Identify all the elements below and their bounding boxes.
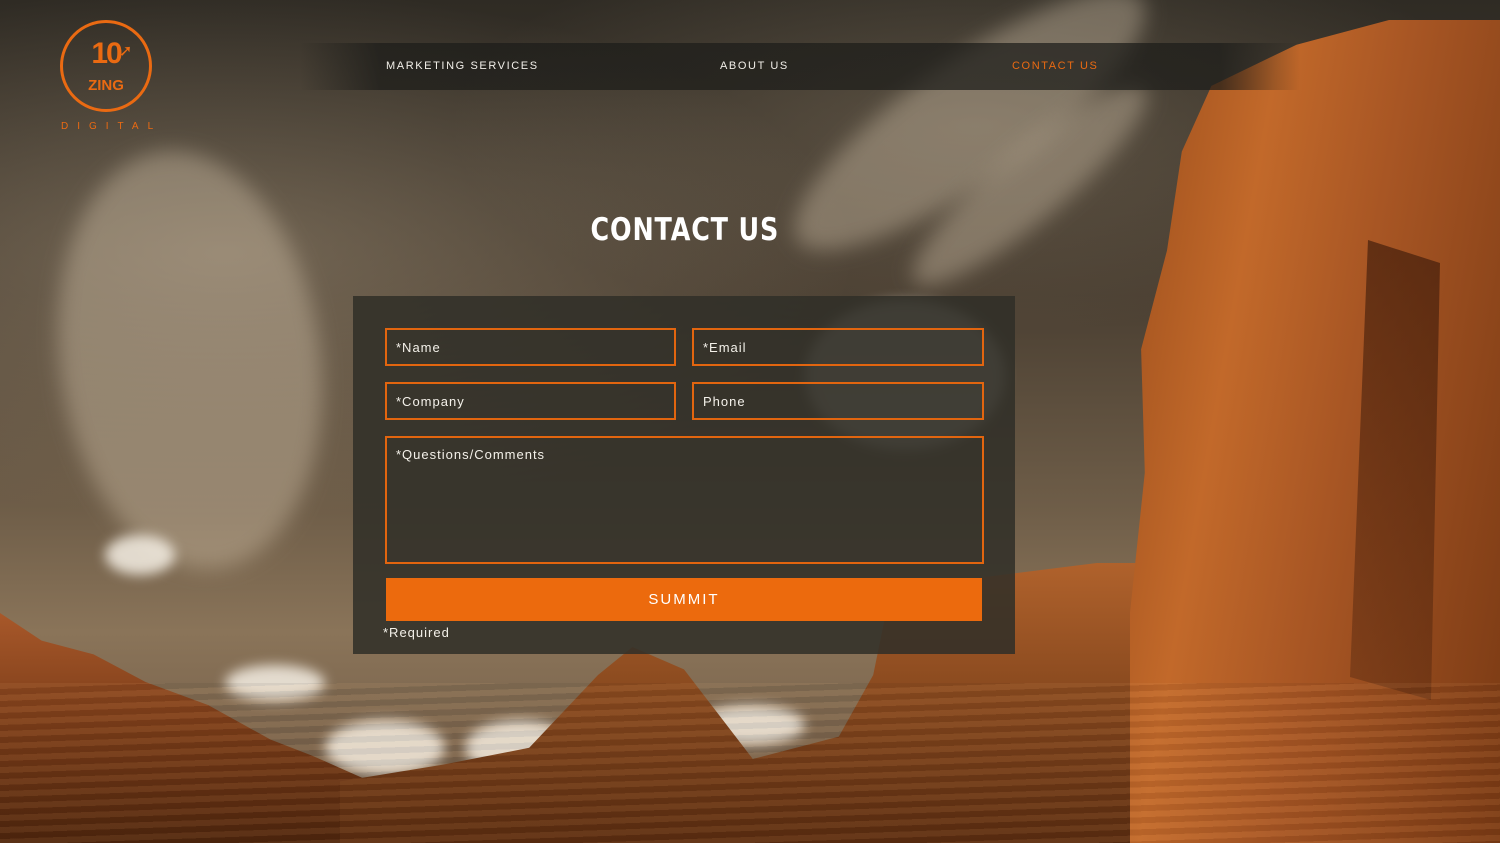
logo-subtitle: DIGITAL	[61, 121, 163, 132]
required-note: *Required	[383, 625, 450, 640]
logo-circle: 10 ➚ ZING	[60, 20, 152, 112]
logo-number: 10	[91, 37, 122, 70]
brand-logo[interactable]: 10 ➚ ZING DIGITAL	[55, 20, 157, 132]
main-nav: MARKETING SERVICES ABOUT US CONTACT US	[300, 43, 1300, 90]
nav-item-marketing-services[interactable]: MARKETING SERVICES	[386, 43, 539, 90]
nav-item-about-us[interactable]: ABOUT US	[720, 43, 789, 90]
phone-field[interactable]	[692, 382, 984, 420]
page-title: CONTACT US	[590, 211, 780, 248]
logo-word: ZING	[88, 77, 124, 94]
comments-field[interactable]	[385, 436, 984, 564]
arrow-up-right-icon: ➚	[119, 43, 133, 60]
company-field[interactable]	[385, 382, 676, 420]
cloud	[105, 535, 175, 575]
nav-item-contact-us[interactable]: CONTACT US	[1012, 43, 1099, 90]
submit-button[interactable]: SUMMIT	[386, 578, 982, 621]
name-field[interactable]	[385, 328, 676, 366]
contact-form: SUMMIT *Required	[353, 296, 1015, 654]
email-field[interactable]	[692, 328, 984, 366]
rock-strata	[0, 683, 1500, 843]
